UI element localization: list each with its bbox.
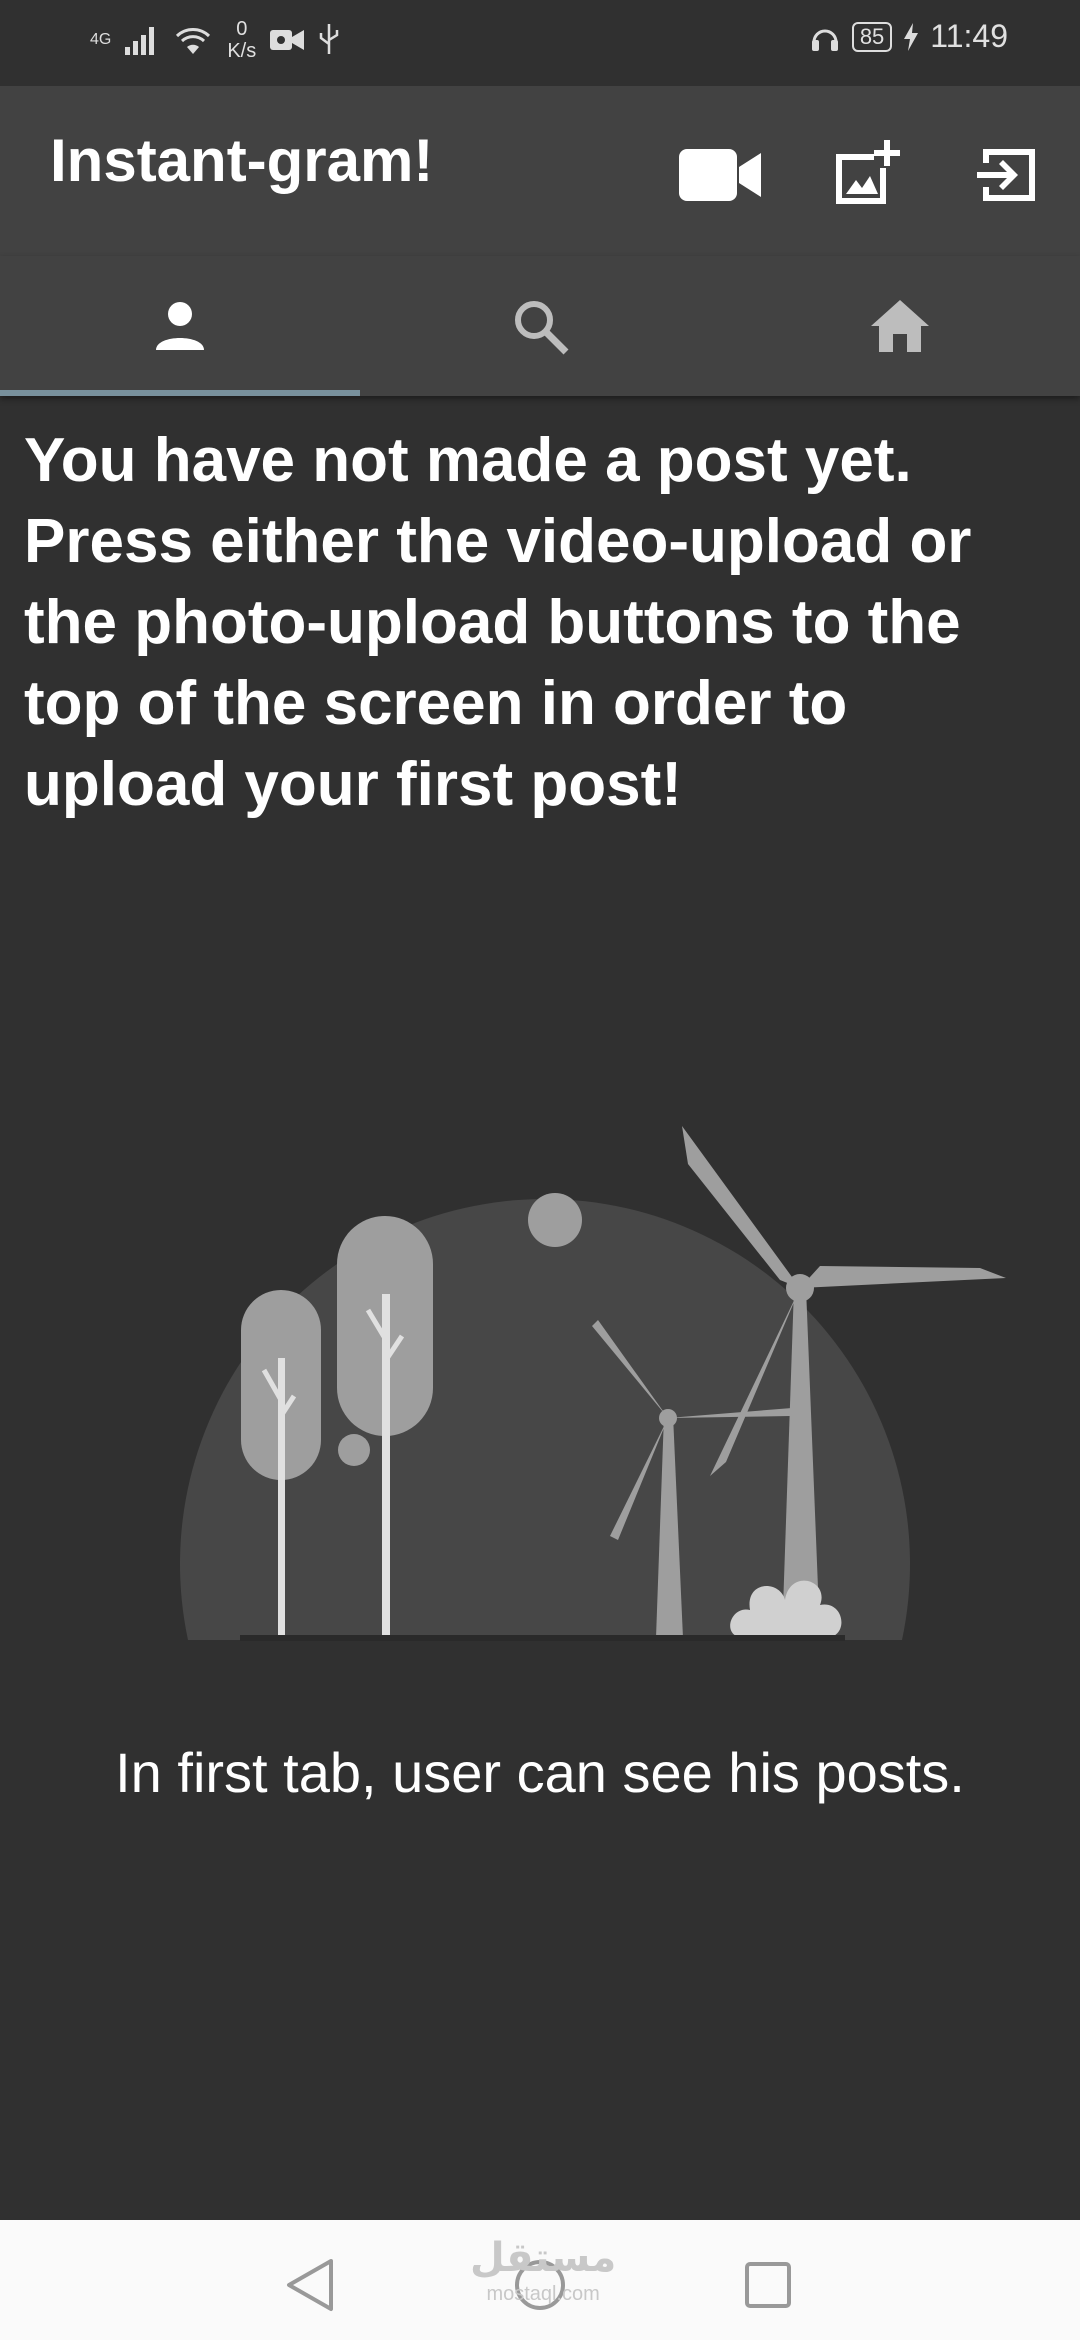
headset-icon xyxy=(811,29,838,51)
watermark: مستقل mostaql.com xyxy=(470,2238,616,2312)
search-icon xyxy=(515,301,569,355)
home-icon xyxy=(871,300,929,352)
charging-icon xyxy=(904,22,919,51)
speed-value: 0 xyxy=(236,18,248,40)
recents-button[interactable] xyxy=(733,2250,803,2320)
empty-state-illustration xyxy=(180,1126,1006,1641)
watermark-text: مستقل xyxy=(470,2236,617,2280)
tab-home[interactable] xyxy=(720,256,1080,396)
app-bar: Instant-gram! xyxy=(0,86,1080,256)
add-photo-icon xyxy=(836,140,900,204)
battery-level: 85 xyxy=(851,21,893,52)
usb-icon xyxy=(320,24,339,54)
logout-button[interactable] xyxy=(964,130,1054,220)
app-title: Instant-gram! xyxy=(50,127,434,194)
clock: 11:49 xyxy=(930,18,1008,54)
tab-bar xyxy=(0,256,1080,396)
photo-upload-button[interactable] xyxy=(820,130,910,220)
video-upload-button[interactable] xyxy=(676,130,766,220)
system-nav-bar: مستقل mostaql.com xyxy=(0,2220,1080,2340)
caption: In first tab, user can see his posts. xyxy=(115,1741,965,1804)
tab-my-posts[interactable] xyxy=(0,256,360,396)
logout-icon xyxy=(977,149,1035,201)
back-icon xyxy=(287,2259,333,2311)
speed-unit: K/s xyxy=(227,40,257,62)
person-icon xyxy=(156,302,204,350)
screen-record-icon xyxy=(270,30,305,50)
status-bar: 4G 0 K/s 85 11:49 xyxy=(0,0,1080,86)
recents-icon xyxy=(745,2262,791,2308)
tab-search[interactable] xyxy=(360,256,720,396)
watermark-sub: mostaql.com xyxy=(486,2283,600,2305)
empty-posts-message: You have not made a post yet. Press eith… xyxy=(24,426,972,819)
videocam-icon xyxy=(679,149,761,201)
network-speed: 0 K/s xyxy=(227,18,256,62)
network-type: 4G xyxy=(90,31,112,48)
back-button[interactable] xyxy=(275,2250,345,2320)
wifi-icon xyxy=(176,28,211,54)
signal-icon xyxy=(125,27,155,55)
